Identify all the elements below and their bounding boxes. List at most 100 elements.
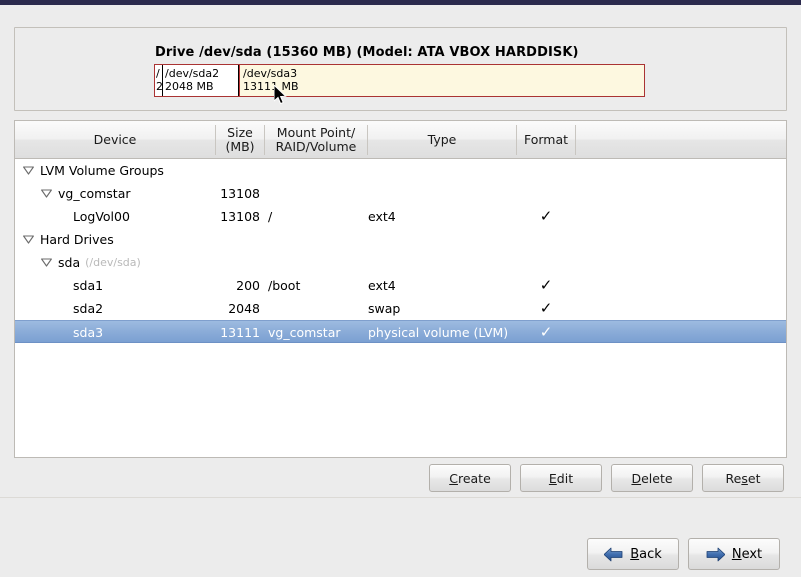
column-header-mount-point[interactable]: Mount Point/ RAID/Volume (265, 121, 367, 159)
cell-device-label: vg_comstar (58, 186, 131, 201)
cell-device: sda2 (15, 297, 215, 320)
column-header-label: Size (MB) (225, 126, 254, 154)
partition-table-body: LVM Volume Groups vg_comstar 13108 LogVol00… (15, 159, 786, 457)
cell-type: ext4 (368, 278, 396, 293)
cell-mount-point (268, 159, 368, 182)
cell-type (368, 251, 516, 274)
table-row[interactable]: vg_comstar 13108 (15, 182, 786, 205)
table-row[interactable]: Hard Drives (15, 228, 786, 251)
cell-device-label: LogVol00 (73, 209, 130, 224)
delete-button[interactable]: Delete (611, 464, 693, 492)
reset-button-label: Reset (725, 470, 761, 486)
cell-device: sda1 (15, 274, 215, 297)
column-header-line1: Size (227, 125, 253, 140)
cell-device-label: sda (58, 255, 81, 270)
format-checkmark-icon: ✓ (539, 299, 553, 317)
cell-size: 13108 (220, 186, 260, 201)
cell-size (216, 251, 264, 274)
installer-page: Drive /dev/sda (15360 MB) (Model: ATA VB… (0, 5, 801, 577)
arrow-left-icon (604, 547, 623, 561)
drive-title: Drive /dev/sda (15360 MB) (Model: ATA VB… (155, 45, 579, 60)
partition-table-panel: Device Size (MB) Mount Point/ RAID/Volum… (14, 120, 787, 458)
partition-segment-size: 2 (156, 80, 163, 93)
cell-type: physical volume (LVM) (368, 325, 509, 340)
cell-device-label: sda3 (73, 325, 104, 340)
drive-partition-bar[interactable]: / 2 /dev/sda2 2048 MB /dev/sda3 13111 MB (154, 64, 645, 97)
next-button-label: Next (731, 546, 763, 562)
cell-device: sda3 (15, 321, 215, 344)
arrow-right-icon (706, 547, 725, 561)
cell-type: swap (368, 301, 401, 316)
cell-device: vg_comstar (15, 182, 215, 205)
column-header-label: Mount Point/ RAID/Volume (276, 126, 357, 154)
column-header-size[interactable]: Size (MB) (216, 121, 264, 159)
expander-triangle-down-icon[interactable] (23, 166, 34, 175)
cell-format (517, 251, 575, 274)
cell-type (368, 182, 516, 205)
table-row[interactable]: LogVol00 13108 / ext4 ✓ (15, 205, 786, 228)
cell-mount-point: /boot (268, 278, 301, 293)
column-header-line1: Mount Point/ (276, 125, 356, 140)
expander-triangle-down-icon[interactable] (41, 189, 52, 198)
expander-triangle-down-icon[interactable] (23, 235, 34, 244)
partition-segment-sda1[interactable]: / 2 (155, 65, 163, 96)
back-button-label: Back (630, 546, 662, 562)
column-header-label: Type (427, 132, 457, 147)
cell-type (368, 159, 516, 182)
cell-mount-point (268, 297, 368, 320)
cell-device-label: sda2 (73, 301, 104, 316)
cell-format (517, 182, 575, 205)
column-header-type[interactable]: Type (368, 121, 516, 159)
partition-segment-name: /dev/sda3 (243, 67, 298, 80)
mouse-cursor (274, 85, 287, 105)
cell-mount-point: / (268, 209, 273, 224)
format-checkmark-icon: ✓ (539, 276, 553, 294)
cell-format (517, 159, 575, 182)
cell-format (517, 228, 575, 251)
partition-segment-sda3[interactable]: /dev/sda3 13111 MB (239, 65, 644, 96)
cell-mount-point (268, 251, 368, 274)
edit-button-label: Edit (548, 470, 574, 486)
column-header-line2: (MB) (225, 139, 255, 154)
cell-device-label: Hard Drives (40, 232, 114, 247)
cell-mount-point: vg_comstar (268, 325, 341, 340)
cell-mount-point (268, 182, 368, 205)
table-row[interactable]: sda2 2048 swap ✓ (15, 297, 786, 320)
navigation-bar: Back Next (587, 538, 787, 570)
partition-segment-name: / (156, 67, 160, 80)
partition-segment-size: 13111 MB (243, 80, 299, 93)
cell-device: LogVol00 (15, 205, 215, 228)
edit-button[interactable]: Edit (520, 464, 602, 492)
cell-size (216, 228, 264, 251)
next-button[interactable]: Next (688, 538, 780, 570)
cell-size: 200 (236, 278, 260, 293)
table-row[interactable]: LVM Volume Groups (15, 159, 786, 182)
create-button[interactable]: Create (429, 464, 511, 492)
column-header-device[interactable]: Device (15, 121, 215, 159)
cell-size: 13111 (220, 325, 260, 340)
table-row[interactable]: sda3 13111 vg_comstar physical volume (LVM)… (15, 320, 786, 343)
footer-divider (0, 497, 801, 498)
format-checkmark-icon: ✓ (539, 207, 553, 225)
cell-device: LVM Volume Groups (15, 159, 215, 182)
create-button-label: Create (449, 470, 491, 486)
expander-triangle-down-icon[interactable] (41, 258, 52, 267)
table-row[interactable]: sda (/dev/sda) (15, 251, 786, 274)
partition-segment-sda2[interactable]: /dev/sda2 2048 MB (163, 65, 239, 96)
reset-button[interactable]: Reset (702, 464, 784, 492)
column-divider[interactable] (575, 125, 576, 155)
cell-device: sda (/dev/sda) (15, 251, 215, 274)
table-row[interactable]: sda1 200/boot ext4 ✓ (15, 274, 786, 297)
column-header-label: Device (93, 132, 137, 147)
cell-mount-point (268, 228, 368, 251)
column-header-format[interactable]: Format (517, 121, 575, 159)
drive-graphic-panel: Drive /dev/sda (15360 MB) (Model: ATA VB… (14, 27, 787, 111)
cell-size (216, 159, 264, 182)
cell-device-label: sda1 (73, 278, 104, 293)
partition-segment-size: 2048 MB (165, 80, 214, 93)
cell-device-label: LVM Volume Groups (40, 163, 164, 178)
cell-device-path: (/dev/sda) (85, 256, 141, 269)
column-header-label: Format (523, 132, 569, 147)
cell-type: ext4 (368, 209, 396, 224)
back-button[interactable]: Back (587, 538, 679, 570)
